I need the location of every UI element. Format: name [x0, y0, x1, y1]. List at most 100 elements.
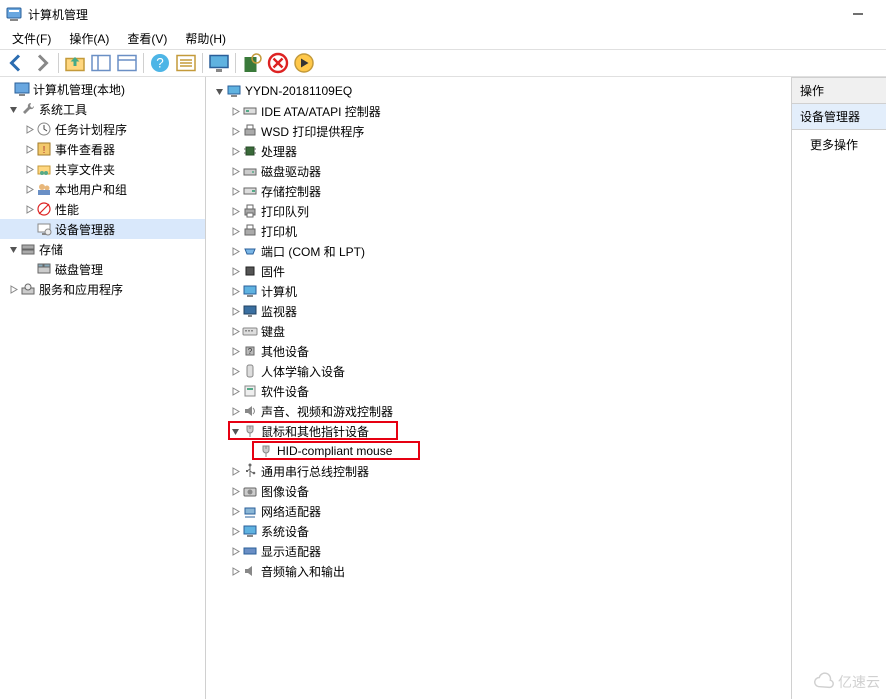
monitor-icon[interactable] [207, 51, 231, 75]
toolbar-separator [58, 53, 59, 73]
device-node-print-queue[interactable]: 打印队列 [206, 201, 791, 221]
disable-play-button[interactable] [292, 51, 316, 75]
device-node-other[interactable]: ?其他设备 [206, 341, 791, 361]
menu-help[interactable]: 帮助(H) [177, 28, 234, 49]
menu-file[interactable]: 文件(F) [4, 28, 59, 49]
chevron-right-icon[interactable] [22, 122, 36, 136]
chevron-right-icon[interactable] [228, 304, 242, 318]
toolbar-separator [235, 53, 236, 73]
device-node-monitors[interactable]: 监视器 [206, 301, 791, 321]
up-folder-button[interactable] [63, 51, 87, 75]
chevron-right-icon[interactable] [228, 464, 242, 478]
tree-node-system-tools[interactable]: 系统工具 [0, 99, 205, 119]
chevron-right-icon[interactable] [228, 244, 242, 258]
chevron-right-icon[interactable] [228, 104, 242, 118]
chevron-right-icon[interactable] [228, 124, 242, 138]
minimize-button[interactable] [836, 0, 880, 28]
device-node-hid[interactable]: 人体学输入设备 [206, 361, 791, 381]
chevron-down-icon[interactable] [6, 102, 20, 116]
tree-node-event-viewer[interactable]: ! 事件查看器 [0, 139, 205, 159]
tree-node-local-users[interactable]: 本地用户和组 [0, 179, 205, 199]
chevron-right-icon[interactable] [22, 142, 36, 156]
device-node-network[interactable]: 网络适配器 [206, 501, 791, 521]
menu-view[interactable]: 查看(V) [119, 28, 175, 49]
title-bar: 计算机管理 [0, 0, 886, 28]
device-node-ports[interactable]: 端口 (COM 和 LPT) [206, 241, 791, 261]
chevron-right-icon[interactable] [228, 224, 242, 238]
tree-label: 本地用户和组 [55, 181, 131, 198]
tree-node-storage[interactable]: 存储 [0, 239, 205, 259]
chevron-right-icon[interactable] [22, 182, 36, 196]
chevron-right-icon[interactable] [228, 324, 242, 338]
cpu-icon [242, 143, 258, 159]
properties-button[interactable] [115, 51, 139, 75]
left-navigation-tree[interactable]: 计算机管理(本地) 系统工具 任务计划程序 ! 事件查看器 共享文件夹 本地用户… [0, 77, 206, 699]
system-dev-icon [242, 523, 258, 539]
twisty-icon[interactable] [0, 82, 14, 96]
chevron-down-icon[interactable] [228, 424, 242, 438]
help-button[interactable]: ? [148, 51, 172, 75]
device-node-computer[interactable]: 计算机 [206, 281, 791, 301]
device-node-usb[interactable]: 通用串行总线控制器 [206, 461, 791, 481]
svg-text:!: ! [43, 145, 46, 156]
chevron-right-icon[interactable] [228, 484, 242, 498]
tree-node-root[interactable]: 计算机管理(本地) [0, 79, 205, 99]
device-node-cpu[interactable]: 处理器 [206, 141, 791, 161]
device-node-hid-mouse[interactable]: HID-compliant mouse [206, 441, 791, 461]
actions-more[interactable]: 更多操作 [792, 130, 886, 159]
tree-node-performance[interactable]: 性能 [0, 199, 205, 219]
chevron-right-icon[interactable] [228, 184, 242, 198]
device-node-software-dev[interactable]: 软件设备 [206, 381, 791, 401]
tree-node-shared-folders[interactable]: 共享文件夹 [0, 159, 205, 179]
chevron-right-icon[interactable] [228, 204, 242, 218]
chevron-right-icon[interactable] [228, 504, 242, 518]
show-hide-tree-button[interactable] [89, 51, 113, 75]
device-node-printers[interactable]: 打印机 [206, 221, 791, 241]
chevron-right-icon[interactable] [228, 544, 242, 558]
chevron-right-icon[interactable] [228, 384, 242, 398]
tree-node-services-apps[interactable]: 服务和应用程序 [0, 279, 205, 299]
tree-node-disk-mgmt[interactable]: 磁盘管理 [0, 259, 205, 279]
device-node-ide[interactable]: IDE ATA/ATAPI 控制器 [206, 101, 791, 121]
chevron-right-icon[interactable] [22, 202, 36, 216]
device-label: 通用串行总线控制器 [261, 463, 373, 480]
chevron-right-icon[interactable] [228, 404, 242, 418]
device-node-audio-io[interactable]: 音频输入和输出 [206, 561, 791, 581]
chevron-right-icon[interactable] [228, 284, 242, 298]
menu-action[interactable]: 操作(A) [61, 28, 117, 49]
chevron-down-icon[interactable] [212, 84, 226, 98]
tree-node-device-manager[interactable]: 设备管理器 [0, 219, 205, 239]
chevron-right-icon[interactable] [228, 564, 242, 578]
list-button[interactable] [174, 51, 198, 75]
device-node-mouse-category[interactable]: 鼠标和其他指针设备 [206, 421, 791, 441]
tree-node-task-scheduler[interactable]: 任务计划程序 [0, 119, 205, 139]
device-node-firmware[interactable]: 固件 [206, 261, 791, 281]
chevron-right-icon[interactable] [228, 164, 242, 178]
device-node-imaging[interactable]: 图像设备 [206, 481, 791, 501]
chevron-right-icon[interactable] [228, 144, 242, 158]
chevron-right-icon[interactable] [228, 344, 242, 358]
computer-icon [226, 83, 242, 99]
chevron-right-icon[interactable] [228, 364, 242, 378]
chevron-right-icon[interactable] [6, 282, 20, 296]
printer-icon [242, 223, 258, 239]
chevron-down-icon[interactable] [6, 242, 20, 256]
forward-button[interactable] [30, 51, 54, 75]
device-node-storage-ctrl[interactable]: 存储控制器 [206, 181, 791, 201]
device-node-display[interactable]: 显示适配器 [206, 541, 791, 561]
back-button[interactable] [4, 51, 28, 75]
device-node-computer-root[interactable]: YYDN-20181109EQ [206, 81, 791, 101]
clock-icon [36, 121, 52, 137]
device-node-sound[interactable]: 声音、视频和游戏控制器 [206, 401, 791, 421]
chevron-right-icon[interactable] [22, 162, 36, 176]
device-node-disk-drives[interactable]: 磁盘驱动器 [206, 161, 791, 181]
device-node-keyboards[interactable]: 键盘 [206, 321, 791, 341]
device-node-wsd[interactable]: WSD 打印提供程序 [206, 121, 791, 141]
chevron-right-icon[interactable] [228, 524, 242, 538]
scan-hardware-button[interactable] [240, 51, 264, 75]
device-tree-panel[interactable]: YYDN-20181109EQ IDE ATA/ATAPI 控制器 WSD 打印… [206, 77, 792, 699]
device-node-system-dev[interactable]: 系统设备 [206, 521, 791, 541]
mouse-icon [258, 443, 274, 459]
chevron-right-icon[interactable] [228, 264, 242, 278]
uninstall-button[interactable] [266, 51, 290, 75]
